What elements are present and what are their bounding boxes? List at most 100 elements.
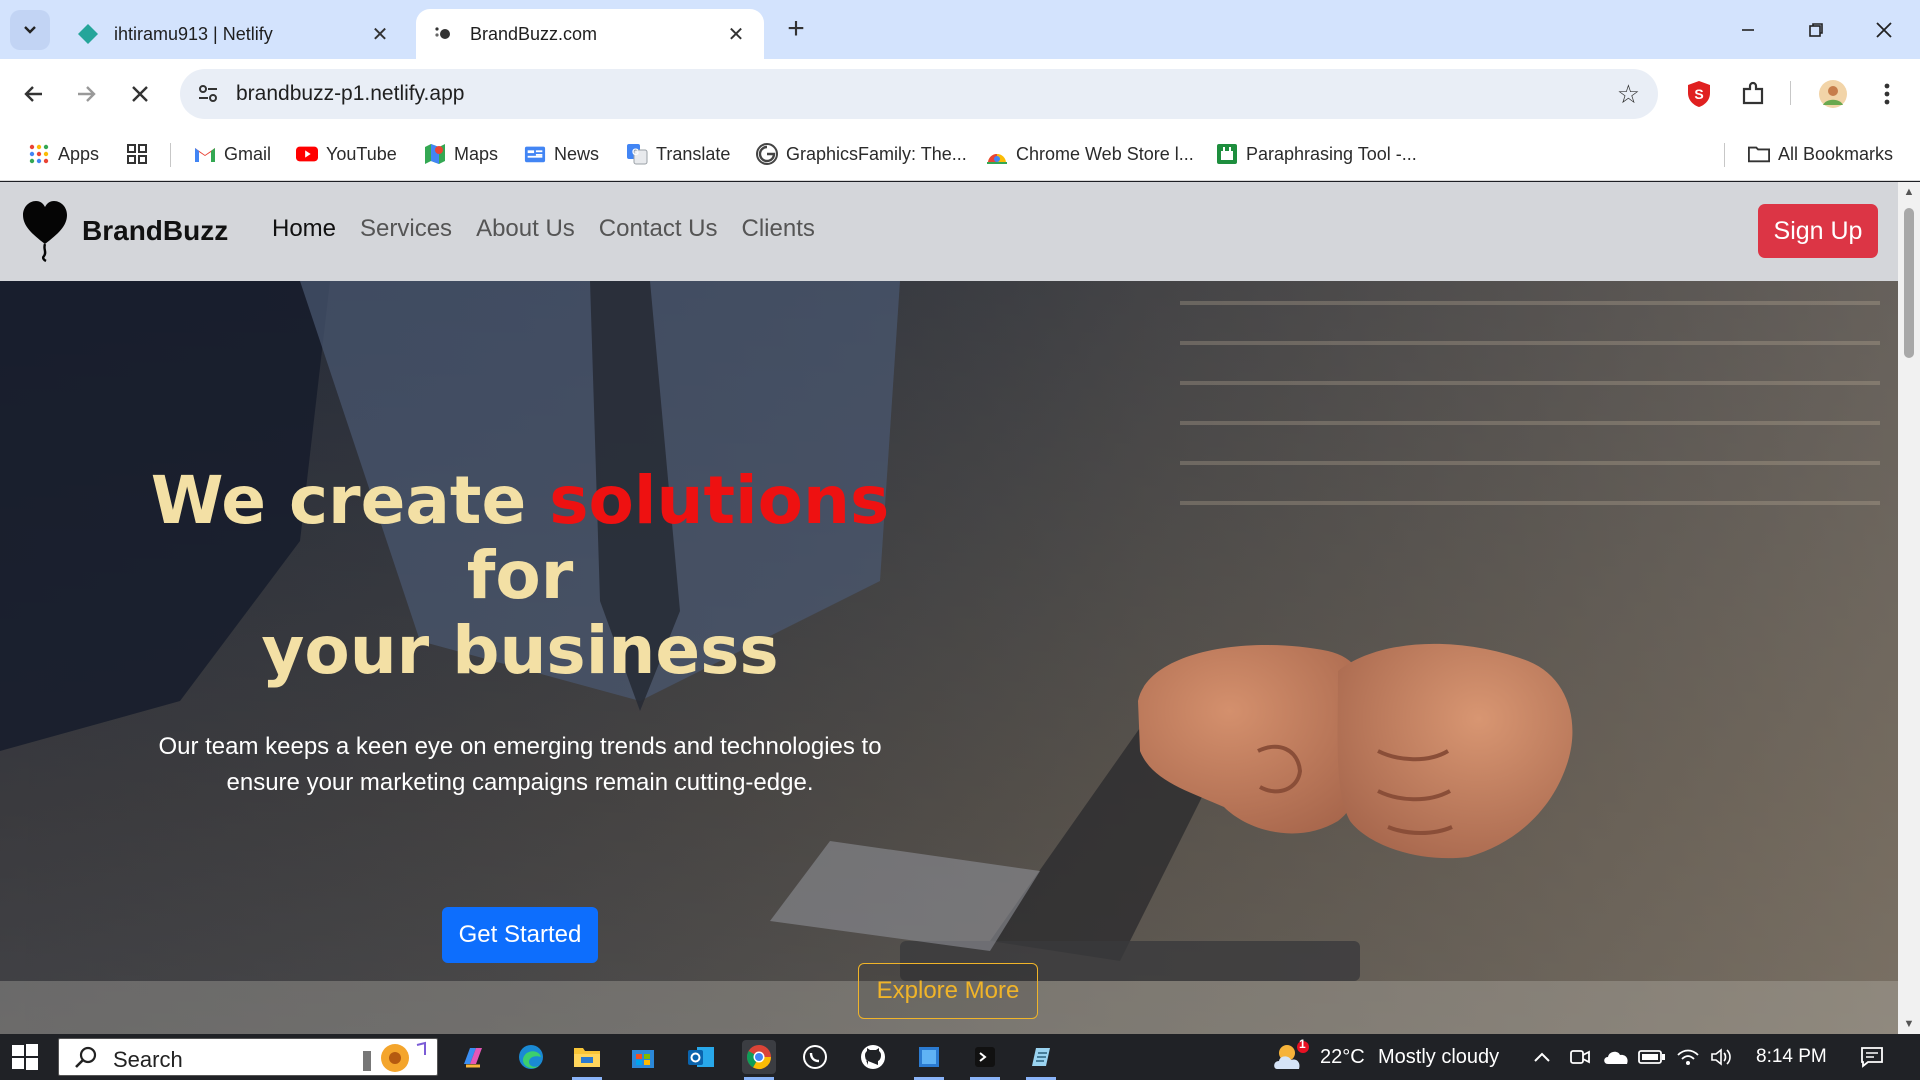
bookmark-translate[interactable]: G Translate	[626, 139, 730, 169]
sign-up-label: Sign Up	[1773, 216, 1863, 245]
bookmark-label: All Bookmarks	[1778, 143, 1894, 164]
stop-loading-button[interactable]	[122, 76, 158, 112]
bookmark-gmail[interactable]: Gmail	[194, 139, 271, 169]
nav-links: Home Services About Us Contact Us Client…	[272, 215, 839, 243]
weather-temperature: 22°C	[1320, 1046, 1365, 1068]
terminal-icon[interactable]	[968, 1040, 1002, 1074]
minimize-button[interactable]	[1718, 10, 1778, 50]
bookmark-star-icon[interactable]: ☆	[1617, 79, 1640, 110]
notepad-icon[interactable]	[1024, 1040, 1058, 1074]
nav-link-about-us[interactable]: About Us	[476, 215, 575, 243]
meet-now-icon[interactable]	[1566, 1040, 1594, 1074]
bookmark-apps[interactable]: Apps	[28, 139, 99, 169]
address-bar[interactable]: brandbuzz-p1.netlify.app ☆	[180, 69, 1658, 119]
bookmark-paraphrasing[interactable]: Paraphrasing Tool -...	[1216, 139, 1417, 169]
bookmark-label: YouTube	[326, 143, 397, 164]
vscode-icon[interactable]	[912, 1040, 946, 1074]
outlook-icon[interactable]	[684, 1040, 718, 1074]
hero-subtitle: Our team keeps a keen eye on emerging tr…	[158, 733, 882, 796]
bookmarks-bar: Apps Gmail YouTube Maps News G Translate	[0, 129, 1920, 181]
bookmark-label: Paraphrasing Tool -...	[1246, 143, 1417, 164]
bookmark-youtube[interactable]: YouTube	[296, 139, 397, 169]
all-bookmarks-button[interactable]: All Bookmarks	[1748, 139, 1893, 169]
windows-logo-icon	[12, 1044, 38, 1070]
hero-heading-line2: for	[466, 537, 574, 614]
nav-link-home[interactable]: Home	[272, 215, 336, 243]
bookmark-label: Maps	[454, 143, 499, 164]
file-explorer-icon[interactable]	[570, 1040, 604, 1074]
gmail-icon	[194, 143, 216, 165]
tab-brandbuzz[interactable]: BrandBuzz.com ✕	[416, 9, 764, 59]
shield-extension-icon[interactable]: S	[1682, 77, 1716, 111]
maps-icon	[424, 143, 446, 165]
netlify-icon	[76, 22, 100, 46]
onedrive-icon[interactable]	[1600, 1040, 1632, 1074]
tab-strip: ihtiramu913 | Netlify ✕ BrandBuzz.com ✕ …	[0, 0, 1920, 59]
notification-icon[interactable]	[1852, 1040, 1892, 1074]
nav-link-contact-us[interactable]: Contact Us	[599, 215, 718, 243]
bookmark-divider	[170, 143, 171, 167]
microsoft-store-icon[interactable]	[626, 1040, 660, 1074]
start-button[interactable]	[10, 1042, 40, 1072]
chevron-up-icon[interactable]	[1528, 1040, 1556, 1074]
arrow-left-icon	[24, 86, 42, 102]
chrome-web-store-icon	[986, 143, 1008, 165]
explore-more-button[interactable]: Explore More	[858, 963, 1038, 1019]
close-icon[interactable]: ✕	[724, 22, 748, 46]
sign-up-button[interactable]: Sign Up	[1758, 204, 1878, 258]
brand-logo[interactable]: BrandBuzz	[22, 200, 228, 262]
forward-button[interactable]	[68, 76, 104, 112]
nav-link-clients[interactable]: Clients	[742, 215, 815, 243]
tab-title: BrandBuzz.com	[470, 23, 598, 44]
battery-icon[interactable]	[1636, 1040, 1668, 1074]
page-viewport: BrandBuzz Home Services About Us Contact…	[0, 182, 1898, 1034]
svg-text:G: G	[632, 147, 639, 157]
restore-button[interactable]	[1786, 10, 1846, 50]
profile-avatar[interactable]	[1816, 77, 1850, 111]
loading-icon	[432, 22, 456, 46]
fist-bump-illustration	[1138, 643, 1573, 859]
tab-title: ihtiramu913 | Netlify	[114, 23, 273, 44]
clock-time[interactable]: 8:14 PM	[1756, 1046, 1827, 1068]
volume-icon[interactable]	[1706, 1040, 1738, 1074]
window-close-button[interactable]	[1854, 10, 1914, 50]
tab-netlify[interactable]: ihtiramu913 | Netlify ✕	[60, 9, 408, 59]
page-scrollbar[interactable]: ▲ ▼	[1898, 182, 1920, 1034]
chrome-icon[interactable]	[742, 1040, 776, 1074]
extensions-icon[interactable]	[1736, 77, 1770, 111]
bookmark-label: Apps	[58, 143, 100, 164]
heart-balloon-icon	[23, 201, 67, 262]
bookmark-chrome-web-store[interactable]: Chrome Web Store l...	[986, 139, 1194, 169]
more-menu-icon[interactable]	[1870, 77, 1904, 111]
bookmark-news[interactable]: News	[524, 139, 599, 169]
tab-search-button[interactable]	[10, 10, 50, 50]
search-icon	[75, 1046, 97, 1068]
bookmark-maps[interactable]: Maps	[424, 139, 498, 169]
close-icon[interactable]: ✕	[368, 22, 392, 46]
scrollbar-thumb[interactable]	[1904, 208, 1914, 358]
bookmark-tab-groups[interactable]	[126, 139, 156, 169]
wifi-icon[interactable]	[1672, 1040, 1704, 1074]
nav-link-services[interactable]: Services	[360, 215, 452, 243]
url-text[interactable]: brandbuzz-p1.netlify.app	[236, 82, 464, 106]
bookmark-graphicsfamily[interactable]: GraphicsFamily: The...	[756, 139, 967, 169]
scroll-up-arrow-icon[interactable]: ▲	[1903, 186, 1915, 198]
taskbar-search-box[interactable]: Search	[58, 1038, 438, 1076]
github-icon[interactable]	[856, 1040, 890, 1074]
copilot-icon[interactable]	[456, 1040, 490, 1074]
site-info-icon[interactable]	[192, 78, 224, 110]
weather-description: Mostly cloudy	[1378, 1046, 1500, 1068]
whatsapp-icon[interactable]	[798, 1040, 832, 1074]
get-started-button[interactable]: Get Started	[442, 907, 598, 963]
taskbar-search-label: Search	[113, 1047, 183, 1072]
bookmark-label: GraphicsFamily: The...	[786, 143, 967, 164]
chevron-down-icon	[24, 26, 36, 34]
news-icon	[524, 143, 546, 165]
bookmark-divider	[1724, 143, 1725, 167]
hero-heading-line3: your business	[261, 612, 779, 689]
back-button[interactable]	[16, 76, 52, 112]
paraphrasing-icon	[1216, 143, 1238, 165]
scroll-down-arrow-icon[interactable]: ▼	[1903, 1018, 1915, 1030]
new-tab-button[interactable]: +	[780, 14, 812, 46]
edge-icon[interactable]	[514, 1040, 548, 1074]
